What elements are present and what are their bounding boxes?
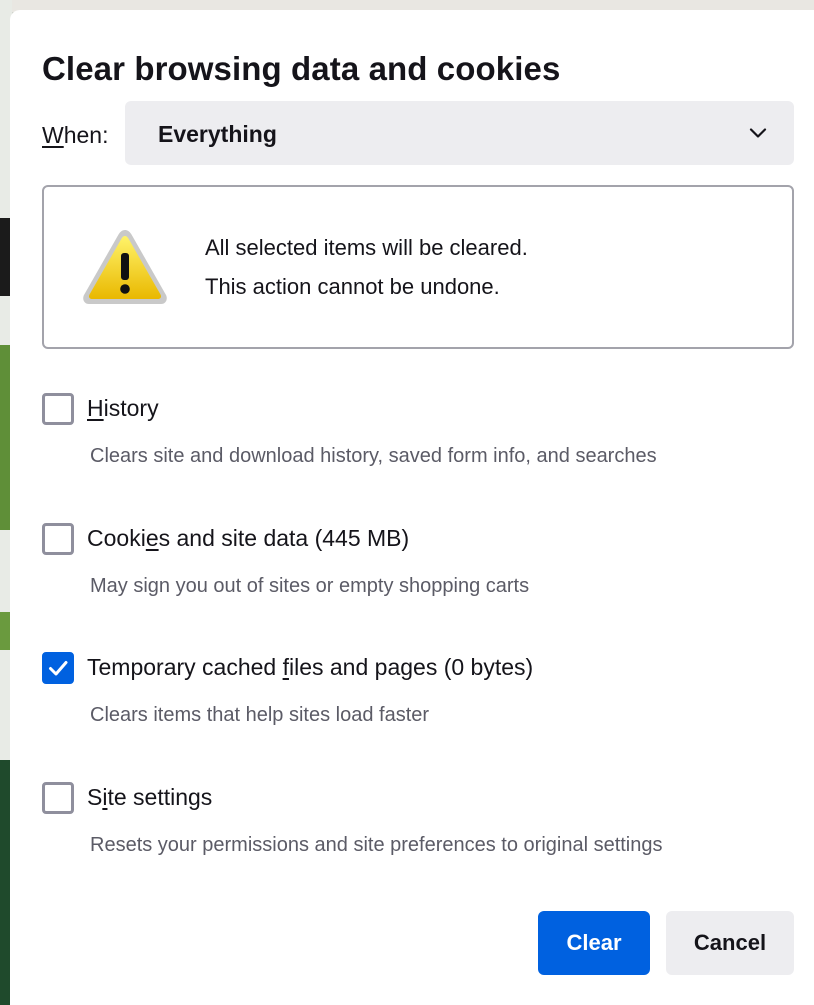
site-settings-label-text: S (87, 784, 103, 810)
warning-box: All selected items will be cleared. This… (42, 185, 794, 349)
cookies-description: May sign you out of sites or empty shopp… (90, 575, 530, 597)
warning-triangle-icon (83, 230, 167, 304)
cache-description: Clears items that help sites load faster (90, 704, 430, 726)
when-label: When: (42, 122, 108, 149)
option-cache: Temporary cached files and pages (0 byte… (42, 652, 802, 747)
history-label[interactable]: History (87, 395, 159, 422)
clear-button[interactable]: Clear (538, 911, 650, 975)
cache-label[interactable]: Temporary cached files and pages (0 byte… (87, 654, 533, 681)
option-cookies: Cookies and site data (445 MB) May sign … (42, 523, 802, 618)
history-label-text: istory (103, 395, 159, 421)
cancel-button[interactable]: Cancel (666, 911, 794, 975)
site-settings-label[interactable]: Site settings (87, 784, 212, 811)
site-settings-description: Resets your permissions and site prefere… (90, 834, 663, 856)
time-range-select[interactable]: Everything (125, 101, 794, 165)
when-label-accesskey: W (42, 122, 64, 148)
cache-label-text: Temporary cached (87, 654, 283, 680)
cookies-label-text: s and site data (445 MB) (158, 525, 410, 551)
cookies-label-accesskey: e (145, 525, 159, 551)
chevron-down-icon (749, 128, 767, 138)
cache-checkbox[interactable] (42, 652, 74, 684)
checkmark-icon (49, 661, 68, 676)
site-settings-checkbox[interactable] (42, 782, 74, 814)
clear-data-dialog: Clear browsing data and cookies When: Ev… (10, 10, 814, 1005)
time-range-value: Everything (158, 121, 277, 147)
dialog-title: Clear browsing data and cookies (42, 50, 561, 87)
option-history: History Clears site and download history… (42, 393, 802, 488)
warning-text-line1: All selected items will be cleared. (205, 235, 528, 260)
option-site-settings: Site settings Resets your permissions an… (42, 782, 802, 877)
warning-text-line2: This action cannot be undone. (205, 274, 500, 299)
cookies-checkbox[interactable] (42, 523, 74, 555)
cookies-label[interactable]: Cookies and site data (445 MB) (87, 525, 409, 552)
history-checkbox[interactable] (42, 393, 74, 425)
history-description: Clears site and download history, saved … (90, 445, 657, 467)
history-label-accesskey: H (87, 395, 104, 421)
cache-label-text: iles and pages (0 bytes) (288, 654, 534, 680)
site-settings-label-text: te settings (107, 784, 213, 810)
cookies-label-text: Cooki (87, 525, 146, 551)
when-label-text: hen: (63, 122, 109, 148)
